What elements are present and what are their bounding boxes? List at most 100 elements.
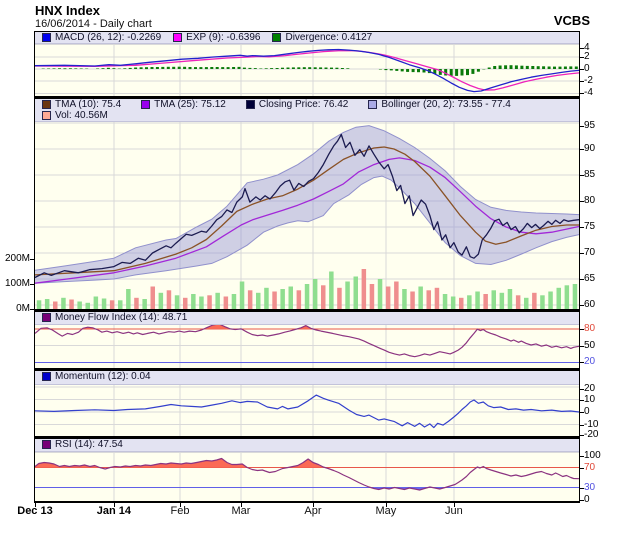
y-axis-label: 70 <box>584 461 596 473</box>
y-axis-label: 0 <box>584 406 590 417</box>
axis-tick <box>579 487 584 489</box>
axis-tick <box>113 503 115 507</box>
axis-tick <box>579 329 584 330</box>
closing-price-swatch <box>245 100 255 109</box>
axis-tick <box>579 81 584 83</box>
legend-main: TMA (10): 75.4 TMA (25): 75.12 Closing Pri… <box>35 99 579 122</box>
axis-tick <box>579 279 584 281</box>
y-axis-label: 65 <box>584 273 596 285</box>
axis-tick <box>179 503 181 507</box>
legend-item: Momentum (12): 0.04 <box>42 371 151 382</box>
axis-tick <box>579 56 584 58</box>
axis-tick <box>579 149 584 151</box>
chart-panel-rsi: RSI (14): 47.54 <box>34 438 580 503</box>
main-plot <box>35 122 579 309</box>
axis-tick <box>453 503 455 507</box>
y-axis-label: 70 <box>584 247 596 259</box>
exp-swatch <box>173 33 183 42</box>
mfi-plot <box>35 325 579 368</box>
y-axis-label: 100 <box>584 450 601 461</box>
volume-axis-label: 100M <box>4 278 30 289</box>
legend-label: Bollinger (20, 2): 73.55 - 77.4 <box>381 99 511 110</box>
axis-tick <box>312 503 314 507</box>
axis-tick <box>579 93 584 95</box>
axis-tick <box>579 456 584 457</box>
y-axis-label: 20 <box>584 383 596 394</box>
y-axis-label: 30 <box>584 481 596 493</box>
y-axis-label: 0 <box>584 494 590 505</box>
legend-label: MACD (26, 12): -0.2269 <box>55 32 162 43</box>
tma25-swatch <box>141 100 151 109</box>
chart-panel-mom: Momentum (12): 0.04 <box>34 370 580 438</box>
legend-item: Divergence: 0.4127 <box>272 32 372 43</box>
axis-tick <box>579 69 584 70</box>
legend-item: TMA (10): 75.4 <box>42 99 121 110</box>
axis-tick <box>579 227 584 229</box>
y-axis-label: 85 <box>584 169 596 181</box>
momentum-swatch <box>42 372 51 381</box>
y-axis-label: -20 <box>584 429 599 440</box>
page-title: HNX Index <box>35 3 101 18</box>
volume-axis-label: 0M <box>16 303 30 314</box>
chart-panel-mfi: Money Flow Index (14): 48.71 <box>34 311 580 370</box>
axis-tick <box>579 362 584 364</box>
axis-tick <box>579 253 584 255</box>
y-axis-label: 90 <box>584 143 596 155</box>
legend-macd: MACD (26, 12): -0.2269 EXP (9): -0.6396 Di… <box>35 32 579 44</box>
axis-tick <box>30 284 34 285</box>
chart-region: HNX Index 16/06/2014 - Daily chart VCBS … <box>0 0 620 535</box>
y-axis-label: 75 <box>584 221 596 233</box>
axis-tick <box>241 503 242 507</box>
chart-subtitle: 16/06/2014 - Daily chart <box>35 18 152 30</box>
macd-plot <box>35 44 579 96</box>
axis-tick <box>30 309 34 310</box>
axis-tick <box>579 201 584 203</box>
y-axis-label: -4 <box>584 87 593 99</box>
legend-mfi: Money Flow Index (14): 48.71 <box>35 312 579 325</box>
legend-item: MACD (26, 12): -0.2269 <box>42 32 161 43</box>
y-axis-label: 60 <box>584 299 596 311</box>
axis-tick <box>579 175 584 177</box>
axis-tick <box>579 424 584 426</box>
legend-label: Vol: 40.56M <box>55 110 108 121</box>
y-axis-label: 20 <box>584 356 596 368</box>
legend-label: Closing Price: 76.42 <box>258 99 349 110</box>
y-axis-label: -2 <box>584 75 593 87</box>
bollinger-swatch <box>368 100 378 109</box>
axis-tick <box>385 503 387 507</box>
axis-tick <box>579 412 584 413</box>
axis-tick <box>579 305 584 307</box>
axis-tick <box>30 259 34 260</box>
legend-item: TMA (25): 75.12 <box>141 99 226 110</box>
mom-plot <box>35 385 579 436</box>
volume-axis-label: 200M <box>4 253 30 264</box>
legend-label: Divergence: 0.4127 <box>285 32 373 43</box>
axis-tick <box>579 126 584 127</box>
rsi-plot <box>35 452 579 501</box>
y-axis-label: 95 <box>584 120 596 131</box>
y-axis-label: -10 <box>584 418 599 430</box>
legend-label: Momentum (12): 0.04 <box>55 371 151 382</box>
y-axis-label: 10 <box>584 393 596 405</box>
divergence-swatch <box>272 33 282 42</box>
legend-item: Vol: 40.56M <box>42 110 108 121</box>
legend-label: TMA (25): 75.12 <box>154 99 226 110</box>
axis-tick <box>35 503 36 507</box>
chart-panel-macd: MACD (26, 12): -0.2269 EXP (9): -0.6396 Di… <box>34 31 580 98</box>
axis-tick <box>579 345 584 347</box>
mfi-swatch <box>42 313 51 322</box>
legend-item: Money Flow Index (14): 48.71 <box>42 312 187 323</box>
axis-tick <box>579 435 584 436</box>
legend-mom: Momentum (12): 0.04 <box>35 371 579 385</box>
rsi-swatch <box>42 440 51 449</box>
axis-tick <box>579 500 584 501</box>
legend-label: Money Flow Index (14): 48.71 <box>55 312 188 323</box>
brand-logo: VCBS <box>553 13 590 28</box>
legend-label: RSI (14): 47.54 <box>55 439 123 450</box>
axis-tick <box>579 389 584 390</box>
legend-item: EXP (9): -0.6396 <box>173 32 260 43</box>
y-axis-label: 80 <box>584 195 596 207</box>
axis-tick <box>579 48 584 49</box>
legend-label: TMA (10): 75.4 <box>55 99 122 110</box>
y-axis-label: 50 <box>584 339 596 351</box>
